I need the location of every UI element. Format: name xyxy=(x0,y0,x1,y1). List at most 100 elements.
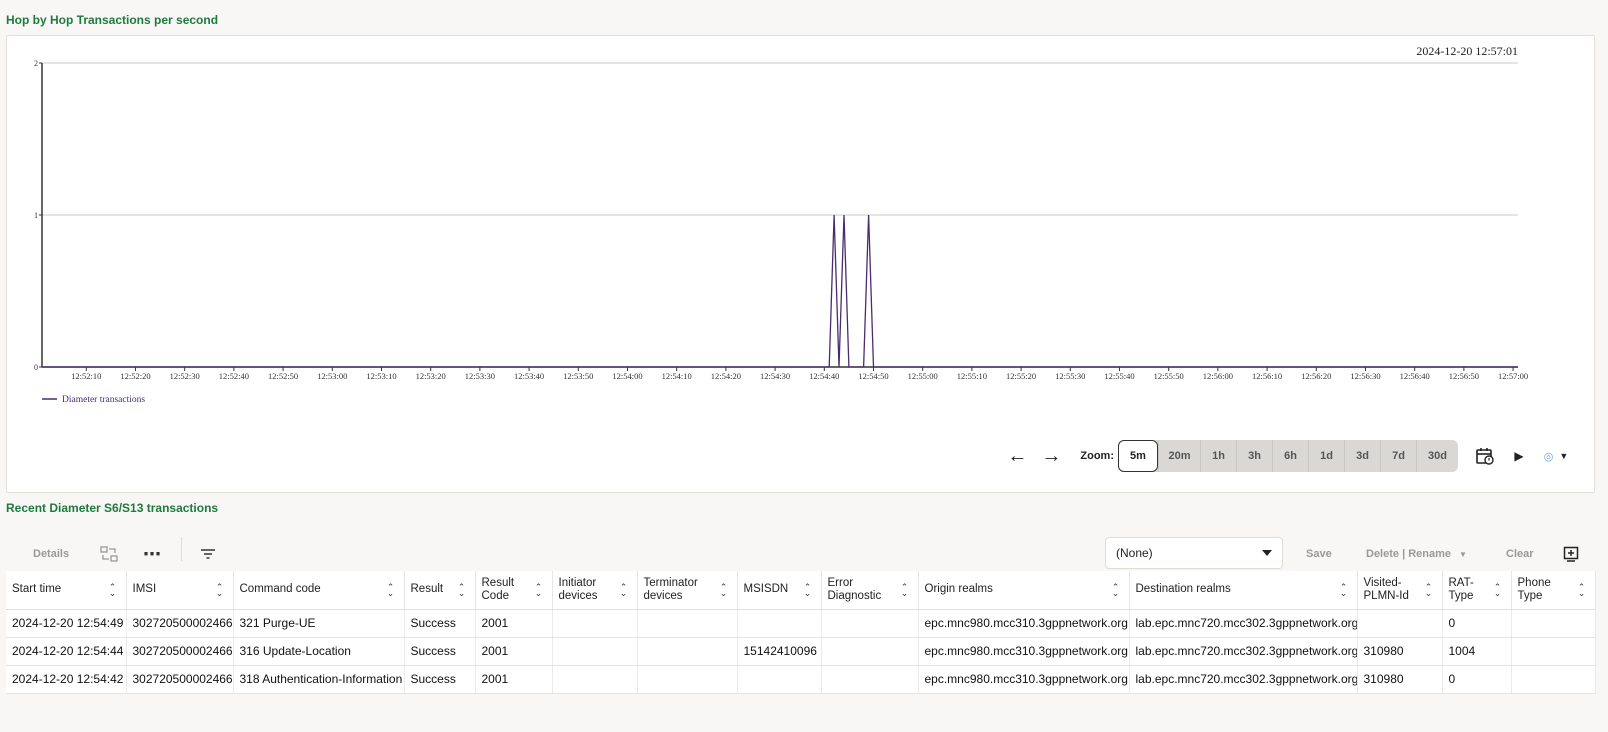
column-header[interactable]: Destination realms ⌃ ⌄ xyxy=(1129,571,1358,610)
table-body: 2024-12-20 12:54:49 302720500002466 321 Pu… xyxy=(6,609,1596,694)
table-cell: lab.epc.mnc720.mcc302.3gppnetwork.org xyxy=(1129,665,1358,694)
table-cell: 302720500002466 xyxy=(126,609,234,638)
table-cell xyxy=(637,609,738,638)
table-cell: 318 Authentication-Information xyxy=(233,665,405,694)
table-cell: 310980 xyxy=(1357,665,1443,694)
column-header[interactable]: Error Diagnostic ⌃ ⌄ xyxy=(821,571,919,610)
zoom-button-group: 5m 20m 1h 3h 6h 1d 3d 7d 30d xyxy=(1118,440,1458,472)
column-header[interactable]: Start time ⌃ ⌄ xyxy=(6,571,127,610)
sort-icon[interactable]: ⌃ ⌄ xyxy=(1339,582,1349,597)
pan-left-arrow-icon[interactable]: ← xyxy=(1000,440,1034,472)
table-row[interactable]: 2024-12-20 12:54:49 302720500002466 321 Pu… xyxy=(6,609,1596,638)
column-header-label: RAT-Type xyxy=(1448,576,1474,602)
table-row[interactable]: 2024-12-20 12:54:44 302720500002466 316 Up… xyxy=(6,637,1596,666)
sort-icon[interactable]: ⌃ ⌄ xyxy=(1577,582,1587,597)
table-cell: 316 Update-Location xyxy=(233,637,405,666)
column-header[interactable]: Terminator devices ⌃ ⌄ xyxy=(637,571,738,610)
clear-button[interactable]: Clear xyxy=(1506,537,1534,571)
x-tick-label: 12:54:20 xyxy=(711,371,741,381)
table-cell: 2001 xyxy=(475,665,553,694)
column-header[interactable]: Result ⌃ ⌄ xyxy=(404,571,476,610)
refresh-settings-icon[interactable]: ◎ ▼ xyxy=(1536,440,1576,472)
chart-controls: ← → Zoom: 5m 20m 1h 3h 6h 1d 3d 7d 30d ▶ ◎ ▼ xyxy=(1000,440,1576,472)
table-row[interactable]: 2024-12-20 12:54:42 302720500002466 318 Au… xyxy=(6,665,1596,694)
add-panel-icon[interactable] xyxy=(1563,537,1579,571)
sort-icon[interactable]: ⌃ ⌄ xyxy=(803,582,813,597)
table-header-row: Start time ⌃ ⌄ IMSI ⌃ ⌄ Command code ⌃ ⌄ Result ⌃ ⌄… xyxy=(6,571,1596,610)
zoom-6h-button[interactable]: 6h xyxy=(1272,440,1308,472)
pan-right-arrow-icon[interactable]: → xyxy=(1034,440,1068,472)
column-header[interactable]: Origin realms ⌃ ⌄ xyxy=(918,571,1130,610)
table-cell: 15142410096 xyxy=(737,637,822,666)
x-tick-label: 12:57:00 xyxy=(1498,371,1528,381)
table-toolbar: Details ⋯ (None) Save Delete | Rename ▼ … xyxy=(6,537,1595,571)
x-tick-label: 12:52:20 xyxy=(120,371,150,381)
zoom-1d-button[interactable]: 1d xyxy=(1308,440,1344,472)
x-tick-label: 12:54:50 xyxy=(858,371,888,381)
table-cell: Success xyxy=(404,665,476,694)
sort-icon[interactable]: ⌃ ⌄ xyxy=(1493,582,1503,597)
table-cell xyxy=(1357,609,1443,638)
zoom-7d-button[interactable]: 7d xyxy=(1380,440,1416,472)
x-tick-label: 12:56:20 xyxy=(1301,371,1331,381)
filter-icon[interactable] xyxy=(200,537,216,571)
sort-icon[interactable]: ⌃ ⌄ xyxy=(719,582,729,597)
table-cell xyxy=(637,637,738,666)
x-tick-label: 12:55:50 xyxy=(1154,371,1184,381)
column-header[interactable]: Phone Type ⌃ ⌄ xyxy=(1511,571,1596,610)
more-options-icon[interactable]: ⋯ xyxy=(143,537,161,571)
y-tick-label: 1 xyxy=(34,211,38,220)
x-tick-label: 12:56:30 xyxy=(1350,371,1380,381)
column-header-label: Start time xyxy=(12,583,62,596)
table-cell xyxy=(1511,665,1596,694)
table-cell: 2024-12-20 12:54:49 xyxy=(6,609,127,638)
legend-label: Diameter transactions xyxy=(62,395,145,405)
zoom-5m-button[interactable]: 5m xyxy=(1118,440,1158,472)
table-cell: 2024-12-20 12:54:44 xyxy=(6,637,127,666)
calendar-clock-icon[interactable] xyxy=(1468,440,1502,472)
sort-icon[interactable]: ⌃ ⌄ xyxy=(215,582,225,597)
save-button[interactable]: Save xyxy=(1306,537,1332,571)
sort-icon[interactable]: ⌃ ⌄ xyxy=(1111,582,1121,597)
column-header[interactable]: Initiator devices ⌃ ⌄ xyxy=(552,571,638,610)
column-header[interactable]: Result Code ⌃ ⌄ xyxy=(475,571,553,610)
x-tick-label: 12:52:30 xyxy=(170,371,200,381)
x-tick-label: 12:54:00 xyxy=(612,371,642,381)
table-cell: 0 xyxy=(1442,665,1512,694)
sort-icon[interactable]: ⌃ ⌄ xyxy=(1424,582,1434,597)
table-cell: 321 Purge-UE xyxy=(233,609,405,638)
column-header[interactable]: Visited-PLMN-Id ⌃ ⌄ xyxy=(1357,571,1443,610)
x-tick-label: 12:54:30 xyxy=(760,371,790,381)
sort-icon[interactable]: ⌃ ⌄ xyxy=(386,582,396,597)
x-tick-label: 12:53:20 xyxy=(416,371,446,381)
series-line xyxy=(42,214,1518,368)
column-header[interactable]: MSISDN ⌃ ⌄ xyxy=(737,571,822,610)
chart-section-title: Hop by Hop Transactions per second xyxy=(6,13,219,27)
x-tick-label: 12:54:40 xyxy=(809,371,839,381)
y-tick-label: 2 xyxy=(34,59,38,68)
x-tick-label: 12:53:10 xyxy=(366,371,396,381)
zoom-20m-button[interactable]: 20m xyxy=(1158,440,1200,472)
sort-icon[interactable]: ⌃ ⌄ xyxy=(108,582,118,597)
zoom-3d-button[interactable]: 3d xyxy=(1344,440,1380,472)
sort-icon[interactable]: ⌃ ⌄ xyxy=(619,582,629,597)
zoom-1h-button[interactable]: 1h xyxy=(1200,440,1236,472)
zoom-3h-button[interactable]: 3h xyxy=(1236,440,1272,472)
sort-icon[interactable]: ⌃ ⌄ xyxy=(534,582,544,597)
column-header-label: Error Diagnostic xyxy=(827,576,882,602)
saved-view-select[interactable]: (None) xyxy=(1105,537,1283,569)
play-icon[interactable]: ▶ xyxy=(1502,440,1536,472)
table-cell: lab.epc.mnc720.mcc302.3gppnetwork.org xyxy=(1129,637,1358,666)
sort-icon[interactable]: ⌃ ⌄ xyxy=(457,582,467,597)
table-cell xyxy=(637,665,738,694)
delete-rename-button[interactable]: Delete | Rename ▼ xyxy=(1366,537,1467,571)
zoom-30d-button[interactable]: 30d xyxy=(1416,440,1458,472)
details-button[interactable]: Details xyxy=(33,537,69,571)
column-header[interactable]: IMSI ⌃ ⌄ xyxy=(126,571,234,610)
column-header[interactable]: Command code ⌃ ⌄ xyxy=(233,571,405,610)
sort-icon[interactable]: ⌃ ⌄ xyxy=(900,582,910,597)
table-cell: 2001 xyxy=(475,609,553,638)
swap-view-icon[interactable] xyxy=(100,537,118,571)
column-header[interactable]: RAT-Type ⌃ ⌄ xyxy=(1442,571,1512,610)
x-tick-label: 12:56:00 xyxy=(1203,371,1233,381)
